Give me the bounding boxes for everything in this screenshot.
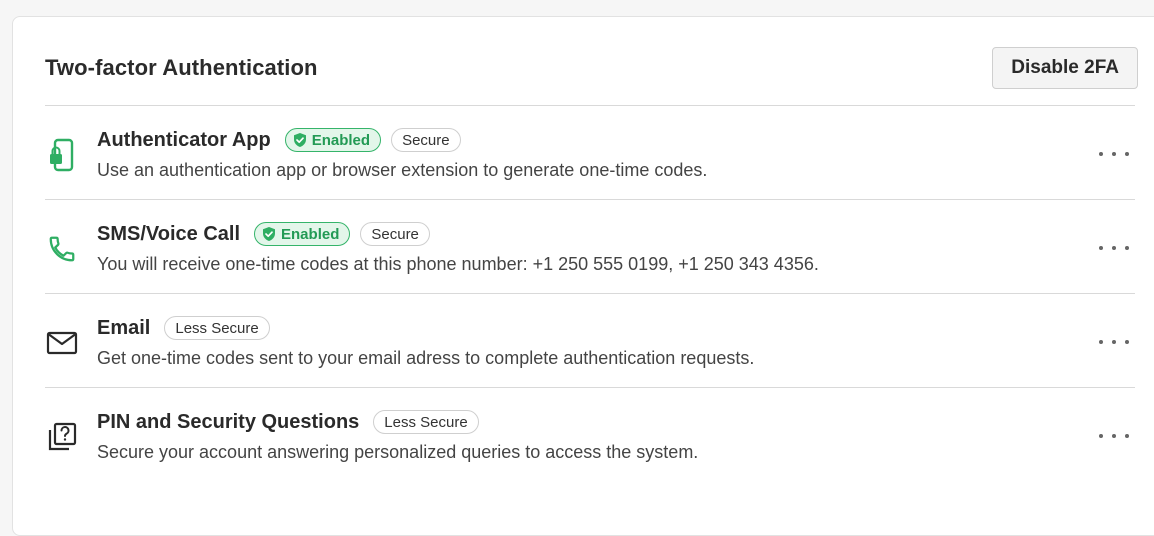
dot-icon (1099, 340, 1103, 344)
list-item-email: Email Less Secure Get one-time codes sen… (45, 293, 1135, 387)
enabled-badge: Enabled (284, 128, 382, 152)
method-content: PIN and Security Questions Less Secure S… (97, 408, 1075, 463)
method-description: Get one-time codes sent to your email ad… (97, 348, 755, 368)
more-options-button[interactable] (1099, 238, 1129, 258)
dot-icon (1099, 434, 1103, 438)
security-badge: Secure (391, 128, 461, 152)
phone-lock-icon (45, 138, 79, 172)
dot-icon (1099, 152, 1103, 156)
list-item-pin-security-questions: PIN and Security Questions Less Secure S… (45, 387, 1135, 481)
method-content: Authenticator App Enabled Secure Use an … (97, 126, 1075, 181)
method-title: Authenticator App (97, 128, 271, 151)
more-options-button[interactable] (1099, 332, 1129, 352)
enabled-badge-label: Enabled (311, 131, 371, 149)
method-title: Email (97, 316, 151, 339)
page-title: Two-factor Authentication (45, 55, 318, 80)
method-description: Secure your account answering personaliz… (97, 442, 699, 462)
method-description: Use an authentication app or browser ext… (97, 160, 708, 180)
dot-icon (1125, 246, 1129, 250)
enabled-badge: Enabled (254, 222, 351, 246)
dot-icon (1112, 434, 1116, 438)
dot-icon (1112, 340, 1116, 344)
disable-2fa-button[interactable]: Disable 2FA (992, 47, 1138, 89)
question-cards-icon (45, 420, 79, 454)
method-content: SMS/Voice Call Enabled Secure You will r… (97, 220, 1075, 275)
envelope-icon (45, 326, 79, 360)
two-factor-card: Two-factor Authentication Disable 2FA Au… (12, 16, 1154, 536)
dot-icon (1099, 246, 1103, 250)
shield-check-icon (261, 226, 277, 242)
list-item-sms-voice-call: SMS/Voice Call Enabled Secure You will r… (45, 199, 1135, 293)
dot-icon (1112, 246, 1116, 250)
shield-check-icon (292, 132, 308, 148)
security-badge: Less Secure (164, 316, 270, 340)
card-header: Two-factor Authentication Disable 2FA (45, 45, 1138, 91)
method-content: Email Less Secure Get one-time codes sen… (97, 314, 1075, 369)
dot-icon (1125, 152, 1129, 156)
auth-methods-list: Authenticator App Enabled Secure Use an … (45, 105, 1135, 481)
method-description: You will receive one-time codes at this … (97, 254, 819, 274)
more-options-button[interactable] (1099, 144, 1129, 164)
security-badge: Secure (360, 222, 430, 246)
dot-icon (1125, 340, 1129, 344)
enabled-badge-label: Enabled (281, 225, 340, 243)
method-title: PIN and Security Questions (97, 410, 360, 433)
method-title: SMS/Voice Call (97, 222, 241, 245)
list-item-authenticator-app: Authenticator App Enabled Secure Use an … (45, 105, 1135, 199)
security-badge: Less Secure (373, 410, 479, 434)
phone-call-icon (45, 232, 79, 266)
more-options-button[interactable] (1099, 426, 1129, 446)
dot-icon (1125, 434, 1129, 438)
dot-icon (1112, 152, 1116, 156)
